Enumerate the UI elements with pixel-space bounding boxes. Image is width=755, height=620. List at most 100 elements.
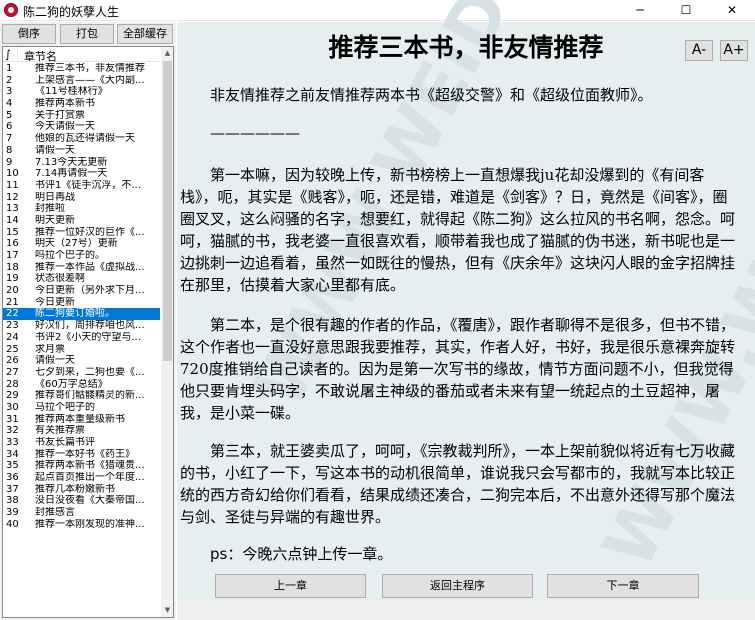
chapter-list-item[interactable]: 29 推荐哥们骷髅精灵的新... [3, 390, 160, 402]
window-title: 陈二狗的妖孽人生 [23, 5, 120, 19]
chapter-list-item[interactable]: 28 《60万字总结》 [3, 379, 160, 391]
chapter-list-item[interactable]: 13 封推啦 [3, 203, 160, 215]
return-main-button[interactable]: 返回主程序 [382, 574, 533, 598]
chapter-content: 非友情推荐之前友情推荐两本书《超级交警》和《超级位面教师》。 —————— 第一… [177, 22, 755, 582]
chapter-list-item[interactable]: 3 《11号桂林行》 [3, 86, 160, 98]
chapter-list-scrollbar[interactable]: ▲ ▼ [161, 47, 173, 617]
chapter-title: 状态很差啊 [35, 273, 85, 285]
chapter-title: 今日更新（另外求下月... [35, 285, 145, 297]
chapter-list-item[interactable]: 17 吗拉个巴子的。 [3, 250, 160, 262]
chapter-title: 明天（27号）更新 [35, 238, 118, 250]
paragraph: 第一本嘛，因为较晚上传，新书榜榜上一直想爆我ju花却没爆到的《有间客栈》，呃，其… [180, 166, 736, 294]
sort-column-header[interactable]: ∫ [5, 48, 11, 61]
chapter-list-item[interactable]: 16 明天（27号）更新 [3, 238, 160, 250]
chapter-number: 30 [6, 401, 19, 413]
chapter-list[interactable]: ∫ 章节名 1 推荐三本书，非友情推荐 2 上架感言——《大内副... 3 《11号桂林行… [2, 46, 174, 618]
scroll-down-arrow-icon[interactable]: ▼ [161, 604, 173, 617]
chapter-list-item[interactable]: 34 推荐一本好书《药王》 [3, 449, 160, 461]
prev-chapter-button[interactable]: 上一章 [215, 574, 366, 598]
chapter-list-item[interactable]: 32 有关推荐票 [3, 425, 160, 437]
chapter-list-item[interactable]: 31 推荐两本重量级新书 [3, 414, 160, 426]
chapter-list-item[interactable]: 26 请假一天 [3, 355, 160, 367]
chapter-list-item[interactable]: 33 书友长篇书评 [3, 437, 160, 449]
chapter-number: 31 [6, 413, 19, 425]
chapter-number: 34 [6, 448, 19, 460]
chapter-title: 他娘的瓦还得请假一天 [35, 133, 135, 145]
chapter-title: 推荐一位好汉的巨作《... [35, 226, 145, 238]
chapter-title: 陈二狗要订婚啦。 [35, 308, 115, 320]
chapter-number: 19 [6, 273, 19, 285]
chapter-list-item[interactable]: 11 书评1《徒手沉浮，不... [3, 180, 160, 192]
chapter-number: 29 [6, 390, 19, 402]
chapter-list-item[interactable]: 40 推荐一本刚发现的准神... [3, 519, 160, 531]
chapter-list-item[interactable]: 7 他娘的瓦还得请假一天 [3, 133, 160, 145]
chapter-number: 2 [6, 74, 13, 86]
chapter-list-item[interactable]: 1 推荐三本书，非友情推荐 [3, 63, 160, 75]
chapter-title: 上架感言——《大内副... [35, 74, 145, 86]
chapter-list-item[interactable]: 19 状态很差啊 [3, 273, 160, 285]
scroll-up-arrow-icon[interactable]: ▲ [161, 47, 173, 60]
chapter-list-item[interactable]: 9 7.13今天无更新 [3, 157, 160, 169]
ps-note: ps：今晚六点钟上传一章。 [180, 543, 736, 565]
chapter-list-item[interactable]: 27 七夕到来，二狗也要《... [3, 367, 160, 379]
chapter-list-item[interactable]: 23 好汉们，周排荐咱也风... [3, 320, 160, 332]
chapter-title: 关于打赏票 [35, 109, 85, 121]
reader-horizontal-scrollbar[interactable] [177, 601, 755, 620]
chapter-list-item[interactable]: 30 马拉个吧子的 [3, 402, 160, 414]
reverse-order-button[interactable]: 倒序 [2, 24, 56, 44]
column-divider[interactable] [17, 47, 18, 62]
chapter-title: 好汉们，周排荐咱也风... [35, 320, 145, 332]
chapter-number: 13 [6, 203, 19, 215]
chapter-list-item[interactable]: 14 明天更新 [3, 215, 160, 227]
title-bar: 陈二狗的妖孽人生 ─ ☐ ✕ [0, 0, 755, 21]
chapter-list-item[interactable]: 6 今天请假一天 [3, 121, 160, 133]
chapter-number: 40 [6, 518, 19, 530]
scrollbar-thumb[interactable] [163, 61, 172, 361]
chapter-list-item[interactable]: 35 推荐两本新书《猎魂贵... [3, 460, 160, 472]
chapter-list-item[interactable]: 39 封推感言 [3, 507, 160, 519]
chapter-title: 《11号桂林行》 [35, 86, 108, 98]
chapter-list-header[interactable]: ∫ 章节名 [3, 47, 160, 64]
pack-button[interactable]: 打包 [60, 24, 114, 44]
chapter-list-item[interactable]: 4 推荐两本新书 [3, 98, 160, 110]
chapter-title: 书评1《徒手沉浮，不... [35, 179, 141, 191]
chapter-list-item[interactable]: 10 7.14再请假一天 [3, 168, 160, 180]
chapter-name-column-header[interactable]: 章节名 [24, 48, 57, 64]
paragraph: 第三本，就王婆卖瓜了，呵呵，《宗教裁判所》，一本上架前貌似将近有七万收藏的书，小… [180, 442, 736, 526]
minimize-button[interactable]: ─ [617, 0, 663, 21]
next-chapter-button[interactable]: 下一章 [547, 574, 699, 598]
chapter-rows: 1 推荐三本书，非友情推荐 2 上架感言——《大内副... 3 《11号桂林行》 4 推荐两本… [3, 63, 160, 531]
chapter-list-item[interactable]: 36 起点首页推出一个年度... [3, 472, 160, 484]
chapter-list-item[interactable]: 2 上架感言——《大内副... [3, 75, 160, 87]
chapter-title: 马拉个吧子的 [35, 401, 95, 413]
chapter-list-item[interactable]: 22 陈二狗要订婚啦。 [3, 308, 160, 321]
chapter-title: 今日更新 [35, 296, 75, 308]
chapter-title: 推荐两本重量级新书 [35, 413, 125, 425]
chapter-list-item[interactable]: 25 求月票 [3, 344, 160, 356]
chapter-number: 17 [6, 250, 19, 261]
chapter-list-item[interactable]: 21 今日更新 [3, 297, 160, 309]
chapter-list-item[interactable]: 18 推荐一本作品《虚拟战... [3, 262, 160, 274]
chapter-list-item[interactable]: 24 书评2《小天的守望与... [3, 332, 160, 344]
chapter-number: 24 [6, 331, 19, 343]
chapter-list-item[interactable]: 12 明日再战 [3, 192, 160, 204]
chapter-list-item[interactable]: 20 今日更新（另外求下月... [3, 285, 160, 297]
chapter-title: 没日没夜看《大秦帝国... [35, 495, 145, 507]
chapter-list-item[interactable]: 37 推荐几本粉嫩新书 [3, 484, 160, 496]
close-button[interactable]: ✕ [709, 0, 755, 21]
chapter-number: 38 [6, 495, 19, 507]
chapter-number: 5 [6, 109, 13, 121]
chapter-number: 22 [6, 308, 19, 320]
maximize-button[interactable]: ☐ [663, 0, 709, 21]
chapter-list-item[interactable]: 15 推荐一位好汉的巨作《... [3, 227, 160, 239]
chapter-number: 35 [6, 460, 19, 472]
chapter-title: 7.14再请假一天 [35, 168, 108, 180]
chapter-number: 26 [6, 355, 19, 367]
cache-all-button[interactable]: 全部缓存 [117, 24, 173, 44]
chapter-number: 21 [6, 296, 19, 308]
chapter-title: 推荐两本新书 [35, 98, 95, 110]
chapter-list-item[interactable]: 8 请假一天 [3, 145, 160, 157]
chapter-list-item[interactable]: 38 没日没夜看《大秦帝国... [3, 495, 160, 507]
chapter-number: 10 [6, 168, 19, 180]
chapter-list-item[interactable]: 5 关于打赏票 [3, 110, 160, 122]
